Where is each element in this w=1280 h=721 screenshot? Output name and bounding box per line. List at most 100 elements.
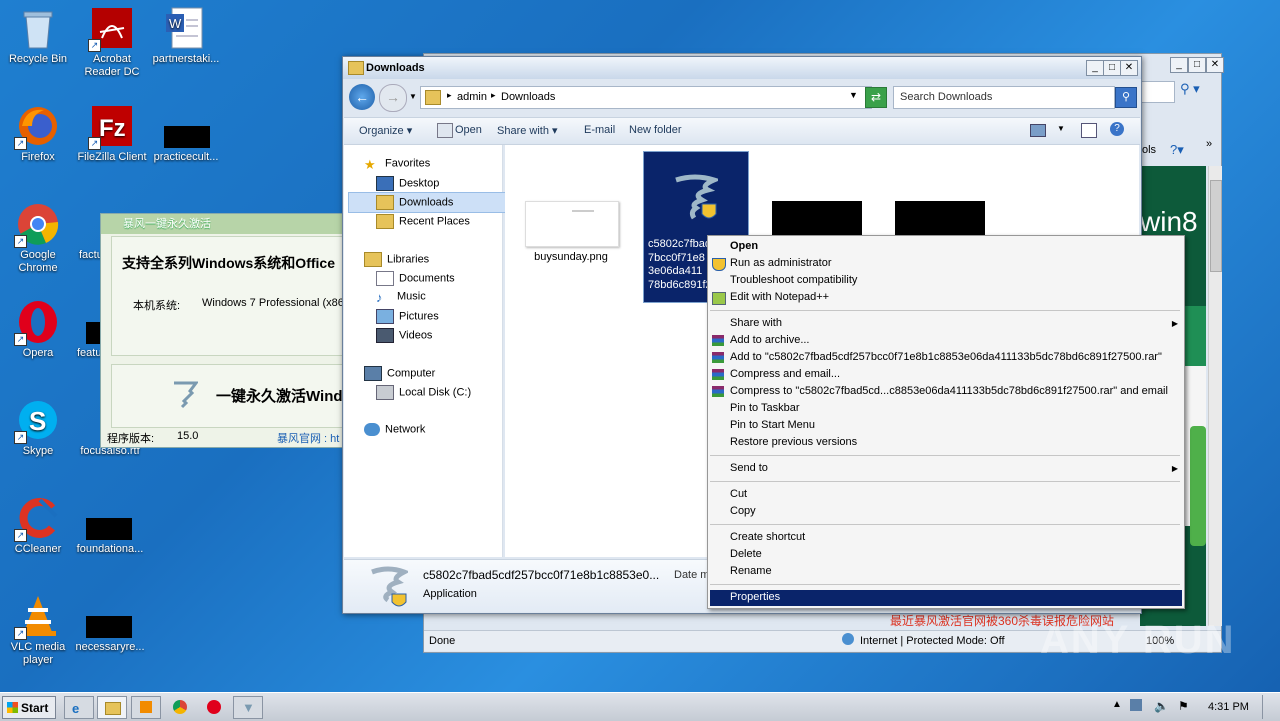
file-name-buysunday[interactable]: buysunday.png: [515, 251, 627, 263]
taskbar-opera-icon[interactable]: [199, 696, 229, 719]
menu-open[interactable]: Open: [730, 240, 758, 252]
taskbar: Start e ▼ ▲ 🔈 ⚑ 4:31 PM: [0, 692, 1280, 721]
banner-text: win8: [1140, 206, 1198, 237]
menu-troubleshoot[interactable]: Troubleshoot compatibility: [730, 274, 857, 286]
show-desktop-button[interactable]: [1262, 695, 1278, 719]
filezilla-icon: Fz ↗: [88, 104, 134, 150]
menu-restore-versions[interactable]: Restore previous versions: [730, 436, 857, 448]
tray-flag-icon[interactable]: ⚑: [1178, 699, 1189, 713]
desktop-icon-chrome[interactable]: ↗ Google Chrome: [0, 202, 76, 275]
desktop-icon-opera[interactable]: ↗ Opera: [0, 300, 76, 360]
nav-pictures[interactable]: Pictures: [376, 309, 439, 324]
taskbar-clock[interactable]: 4:31 PM: [1208, 701, 1249, 713]
ie-search-box[interactable]: [1140, 81, 1175, 103]
activate-button[interactable]: 一键永久激活Windo: [111, 364, 353, 428]
desktop-icon-filezilla[interactable]: Fz ↗ FileZilla Client: [74, 104, 150, 164]
taskbar-media-player-icon[interactable]: [131, 696, 161, 719]
menu-compress-email[interactable]: Compress and email...: [730, 368, 840, 380]
search-icon[interactable]: ⚲: [1115, 87, 1137, 108]
tray-volume-icon[interactable]: 🔈: [1154, 699, 1169, 713]
help-icon[interactable]: ?: [1110, 122, 1124, 136]
open-button[interactable]: Open: [455, 124, 482, 136]
desktop-icon-vlc[interactable]: ↗ VLC media player: [0, 594, 76, 667]
taskbar-chrome-icon[interactable]: [165, 696, 195, 719]
menu-properties[interactable]: Properties: [730, 591, 780, 603]
menu-rename[interactable]: Rename: [730, 565, 772, 577]
desktop-icon-skype[interactable]: S ↗ Skype: [0, 398, 76, 458]
minimize-icon[interactable]: _: [1086, 60, 1104, 76]
menu-add-to-rar[interactable]: Add to "c5802c7fbad5cdf257bcc0f71e8b1c88…: [730, 351, 1162, 363]
preview-pane-icon[interactable]: [1081, 123, 1097, 138]
activator-window[interactable]: 暴风一键永久激活 支持全系列Windows系统和Office 本机系统: Win…: [100, 213, 362, 448]
menu-edit-notepadpp[interactable]: Edit with Notepad++: [730, 291, 829, 303]
menu-pin-start[interactable]: Pin to Start Menu: [730, 419, 815, 431]
menu-properties-highlight[interactable]: [710, 590, 1182, 606]
help-icon[interactable]: ?▾: [1170, 142, 1184, 158]
menu-create-shortcut[interactable]: Create shortcut: [730, 531, 805, 543]
search-icon[interactable]: ⚲ ▾: [1180, 81, 1210, 101]
tray-network-icon[interactable]: [1130, 699, 1142, 711]
nav-libraries[interactable]: Libraries: [364, 252, 429, 267]
redacted-file-icon: [86, 496, 132, 540]
search-input[interactable]: Search Downloads: [893, 86, 1115, 109]
menu-add-to-archive[interactable]: Add to archive...: [730, 334, 810, 346]
close-icon[interactable]: ✕: [1206, 57, 1224, 73]
taskbar-explorer-icon[interactable]: [97, 696, 127, 719]
desktop-icon-acrobat[interactable]: ↗ Acrobat Reader DC: [74, 6, 150, 79]
site-link[interactable]: 暴风官网 : ht: [277, 430, 339, 446]
refresh-icon[interactable]: ⇄: [865, 87, 887, 108]
tray-show-hidden-icon[interactable]: ▲: [1112, 699, 1122, 710]
taskbar-activator-icon[interactable]: ▼: [233, 696, 263, 719]
chevron-down-icon[interactable]: ▼: [849, 90, 858, 100]
menu-share-with[interactable]: Share with: [730, 317, 782, 329]
minimize-icon[interactable]: _: [1170, 57, 1188, 73]
taskbar-ie-icon[interactable]: e: [64, 696, 94, 719]
breadcrumb-downloads[interactable]: Downloads: [501, 91, 555, 103]
breadcrumb-admin[interactable]: admin: [457, 91, 487, 103]
desktop-icon-partnerstaki[interactable]: W partnerstaki...: [148, 6, 224, 66]
email-button[interactable]: E-mail: [584, 124, 615, 136]
desktop-icon-necessaryre[interactable]: necessaryre...: [72, 594, 148, 654]
maximize-icon[interactable]: □: [1103, 60, 1121, 76]
menu-run-as-admin[interactable]: Run as administrator: [730, 257, 832, 269]
menu-pin-taskbar[interactable]: Pin to Taskbar: [730, 402, 800, 414]
nav-videos[interactable]: Videos: [376, 328, 432, 343]
desktop-icon-firefox[interactable]: ↗ Firefox: [0, 104, 76, 164]
file-thumbnail-buysunday[interactable]: [525, 201, 619, 247]
menu-compress-to-rar-email[interactable]: Compress to "c5802c7fbad5cd...c8853e06da…: [730, 385, 1168, 397]
disk-icon: [376, 385, 394, 400]
nav-recent-places[interactable]: Recent Places: [376, 214, 470, 229]
view-options-icon[interactable]: [1030, 124, 1046, 137]
menu-delete[interactable]: Delete: [730, 548, 762, 560]
tools-menu[interactable]: ols: [1142, 144, 1156, 156]
back-arrow-icon[interactable]: ←: [349, 84, 375, 110]
history-dropdown-icon[interactable]: ▼: [409, 92, 417, 101]
forward-arrow-icon[interactable]: →: [379, 84, 407, 112]
start-button[interactable]: Start: [2, 696, 56, 719]
nav-network[interactable]: Network: [364, 423, 425, 436]
menu-copy[interactable]: Copy: [730, 505, 756, 517]
close-icon[interactable]: ✕: [1120, 60, 1138, 76]
nav-downloads[interactable]: Downloads: [376, 195, 453, 210]
desktop-icon-foundationa[interactable]: foundationa...: [72, 496, 148, 556]
menu-send-to[interactable]: Send to: [730, 462, 768, 474]
address-bar[interactable]: ▸ admin ▸ Downloads ▼: [420, 86, 872, 109]
desktop-icon-recycle-bin[interactable]: Recycle Bin: [0, 6, 76, 66]
desktop-icon-practicecult[interactable]: practicecult...: [148, 104, 224, 164]
explorer-titlebar[interactable]: Downloads _ □ ✕: [343, 57, 1141, 79]
nav-favorites[interactable]: ★ Favorites: [364, 157, 430, 172]
new-folder-button[interactable]: New folder: [629, 124, 682, 136]
desktop-icon-ccleaner[interactable]: ↗ CCleaner: [0, 496, 76, 556]
nav-local-disk[interactable]: Local Disk (C:): [376, 385, 471, 400]
share-with-button[interactable]: Share with ▾: [497, 124, 558, 137]
maximize-icon[interactable]: □: [1188, 57, 1206, 73]
nav-music[interactable]: ♪ Music: [376, 290, 426, 305]
organize-button[interactable]: Organize ▾: [359, 124, 412, 137]
menu-cut[interactable]: Cut: [730, 488, 747, 500]
chevron-down-icon[interactable]: ▼: [1057, 124, 1065, 133]
ie-scrollbar[interactable]: [1208, 166, 1222, 626]
nav-desktop[interactable]: Desktop: [376, 176, 439, 191]
chevron-right-icon[interactable]: »: [1206, 138, 1212, 150]
nav-computer[interactable]: Computer: [364, 366, 435, 381]
nav-documents[interactable]: Documents: [376, 271, 455, 286]
